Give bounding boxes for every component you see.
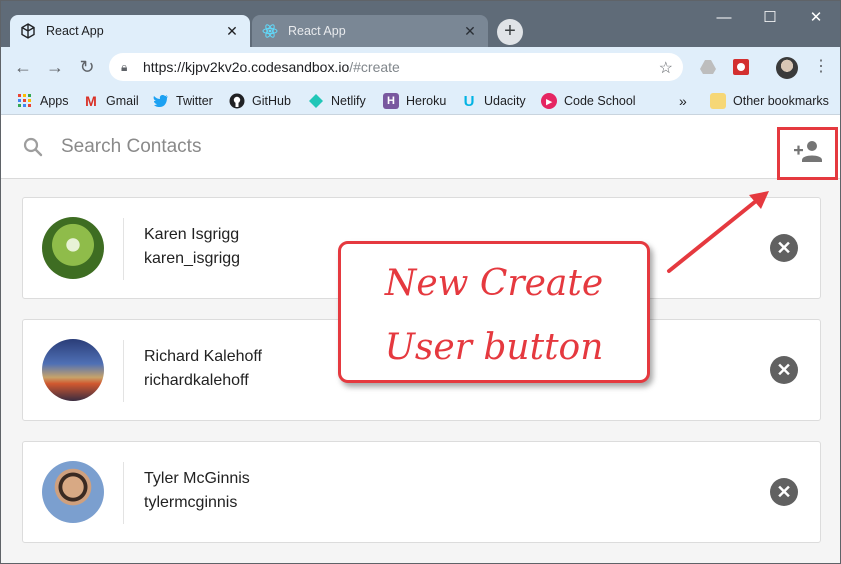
contact-avatar	[42, 461, 104, 523]
search-input[interactable]	[61, 131, 741, 163]
forward-arrow-icon[interactable]: →	[43, 55, 67, 79]
github-icon	[229, 93, 245, 109]
tab-title: React App	[288, 24, 346, 38]
contact-card: Tyler McGinnis tylermcginnis ✕	[22, 441, 821, 543]
code-school-icon: ▸	[541, 93, 557, 109]
search-bar	[1, 115, 840, 180]
minimize-icon[interactable]: —	[701, 3, 747, 31]
bookmark-apps[interactable]: Apps	[17, 91, 69, 111]
bookmark-gmail[interactable]: M Gmail	[83, 91, 139, 111]
bookmarks-overflow-button[interactable]: »	[679, 91, 687, 111]
contact-name: Richard Kalehoff	[144, 348, 262, 365]
url-host: https://kjpv2kv2o.codesandbox.io	[143, 59, 350, 75]
divider	[123, 462, 124, 524]
gmail-icon: M	[85, 93, 97, 109]
bookmark-label: Apps	[40, 94, 69, 108]
url-path: /#create	[349, 59, 400, 75]
close-icon: ✕	[776, 360, 792, 380]
tab-close-icon[interactable]: ✕	[462, 23, 478, 39]
profile-avatar[interactable]	[776, 57, 798, 79]
twitter-icon	[153, 93, 169, 109]
bookmark-label: Twitter	[176, 94, 213, 108]
menu-kebab-icon[interactable]: ⋮	[813, 56, 829, 78]
callout-line-2: User button	[384, 327, 604, 368]
bookmark-label: Heroku	[406, 94, 447, 108]
bookmark-github[interactable]: GitHub	[229, 91, 291, 111]
netlify-icon	[308, 93, 324, 109]
contact-handle: richardkalehoff	[144, 372, 249, 389]
heroku-icon: H	[383, 93, 399, 109]
close-window-icon[interactable]: ✕	[793, 3, 839, 31]
bookmark-twitter[interactable]: Twitter	[153, 91, 213, 111]
apps-grid-icon	[17, 93, 33, 109]
extension-icon[interactable]	[731, 57, 751, 77]
address-bar[interactable]: 🔒︎ https://kjpv2kv2o.codesandbox.io/#cre…	[109, 53, 683, 81]
contact-handle: karen_isgrigg	[144, 250, 241, 267]
codesandbox-icon	[20, 23, 36, 39]
tab-react-app-active[interactable]: React App ✕	[10, 15, 250, 47]
remove-contact-button[interactable]: ✕	[770, 356, 798, 384]
tab-close-icon[interactable]: ✕	[224, 23, 240, 39]
new-tab-button[interactable]: +	[497, 19, 523, 45]
bookmark-udacity[interactable]: U Udacity	[461, 91, 526, 111]
bookmark-heroku[interactable]: H Heroku	[383, 91, 446, 111]
folder-icon	[710, 93, 726, 109]
bookmark-netlify[interactable]: Netlify	[308, 91, 366, 111]
other-bookmarks-folder[interactable]: Other bookmarks	[710, 91, 829, 111]
tab-title: React App	[46, 24, 104, 38]
lock-icon: 🔒︎	[121, 59, 128, 74]
search-icon	[21, 135, 45, 159]
divider	[123, 340, 124, 402]
divider	[123, 218, 124, 280]
contact-avatar	[42, 339, 104, 401]
bookmark-star-icon[interactable]: ☆	[659, 58, 673, 78]
bookmark-label: Gmail	[106, 94, 139, 108]
udacity-icon: U	[463, 92, 475, 110]
react-icon	[262, 23, 278, 39]
browser-window: React App ✕ React App ✕ + — ☐ ✕ ← → ↻ 🔒︎…	[0, 0, 841, 564]
reload-icon[interactable]: ↻	[75, 55, 99, 79]
bookmark-code-school[interactable]: ▸ Code School	[541, 91, 636, 111]
bookmark-label: Code School	[564, 94, 636, 108]
bookmarks-bar: Apps M Gmail Twitter GitHub Netlify H He…	[1, 87, 840, 115]
bookmark-label: Netlify	[331, 94, 366, 108]
close-icon: ✕	[776, 482, 792, 502]
bookmark-label: Udacity	[484, 94, 526, 108]
maximize-icon[interactable]: ☐	[747, 3, 793, 31]
contact-name: Karen Isgrigg	[144, 226, 240, 243]
bookmark-label: Other bookmarks	[733, 94, 829, 108]
browser-toolbar: ← → ↻ 🔒︎ https://kjpv2kv2o.codesandbox.i…	[1, 47, 840, 87]
remove-contact-button[interactable]: ✕	[770, 478, 798, 506]
add-contact-button[interactable]	[777, 127, 838, 180]
tab-react-app-inactive[interactable]: React App ✕	[252, 15, 488, 47]
contact-handle: tylermcginnis	[144, 494, 238, 511]
contact-name: Tyler McGinnis	[144, 470, 250, 487]
annotation-callout: New Create User button	[338, 241, 650, 383]
title-bar: React App ✕ React App ✕ + — ☐ ✕	[1, 1, 840, 47]
back-arrow-icon[interactable]: ←	[11, 55, 35, 79]
drive-extension-icon[interactable]	[698, 57, 718, 77]
bookmark-label: GitHub	[252, 94, 291, 108]
contact-avatar	[42, 217, 104, 279]
annotation-arrow	[667, 191, 769, 273]
callout-line-1: New Create	[384, 263, 604, 304]
person-add-icon	[793, 138, 823, 169]
